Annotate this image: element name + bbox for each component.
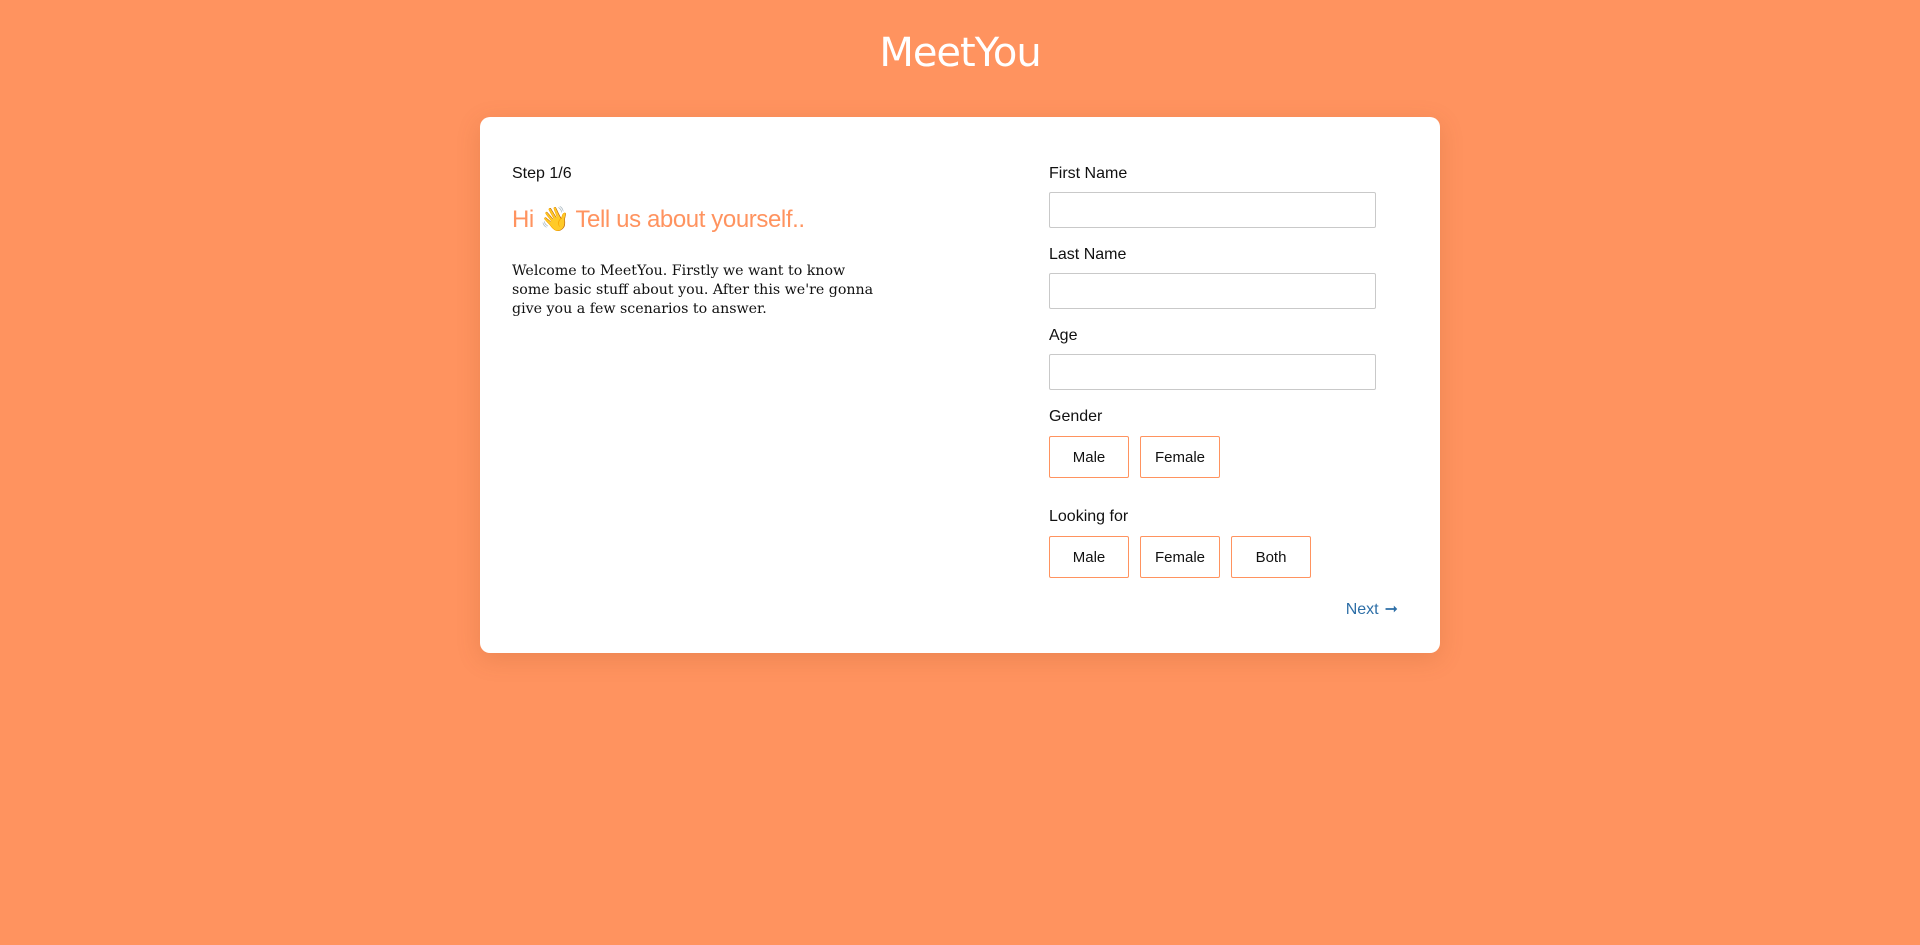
gender-male-button[interactable]: Male — [1049, 436, 1129, 478]
gender-label: Gender — [1049, 408, 1103, 425]
gender-female-button[interactable]: Female — [1140, 436, 1220, 478]
first-name-field[interactable] — [1049, 192, 1376, 228]
looking-for-male-button[interactable]: Male — [1049, 536, 1129, 578]
app-logo: MeetYou — [879, 30, 1041, 76]
looking-for-label: Looking for — [1049, 508, 1129, 525]
intro-section: Step 1/6 Hi 👋 Tell us about yourself.. W… — [512, 165, 892, 319]
next-button[interactable]: Next ➞ — [1346, 601, 1398, 619]
gender-options: Male Female — [1049, 436, 1409, 478]
age-label: Age — [1049, 327, 1078, 344]
age-field[interactable] — [1049, 354, 1376, 390]
looking-for-options: Male Female Both — [1049, 536, 1409, 578]
last-name-field[interactable] — [1049, 273, 1376, 309]
page: MeetYou Step 1/6 Hi 👋 Tell us about your… — [0, 0, 1920, 945]
arrow-right-icon: ➞ — [1384, 601, 1398, 618]
next-label: Next — [1345, 601, 1379, 618]
page-title: Hi 👋 Tell us about yourself.. — [512, 206, 805, 233]
profile-form: First Name Last Name Age Gender Male Fem… — [1049, 165, 1409, 578]
step-indicator: Step 1/6 — [512, 165, 572, 182]
looking-for-both-button[interactable]: Both — [1231, 536, 1311, 578]
last-name-label: Last Name — [1049, 246, 1127, 263]
intro-description: Welcome to MeetYou. Firstly we want to k… — [512, 263, 874, 317]
signup-card: Step 1/6 Hi 👋 Tell us about yourself.. W… — [480, 117, 1440, 653]
first-name-label: First Name — [1049, 165, 1128, 182]
looking-for-female-button[interactable]: Female — [1140, 536, 1220, 578]
